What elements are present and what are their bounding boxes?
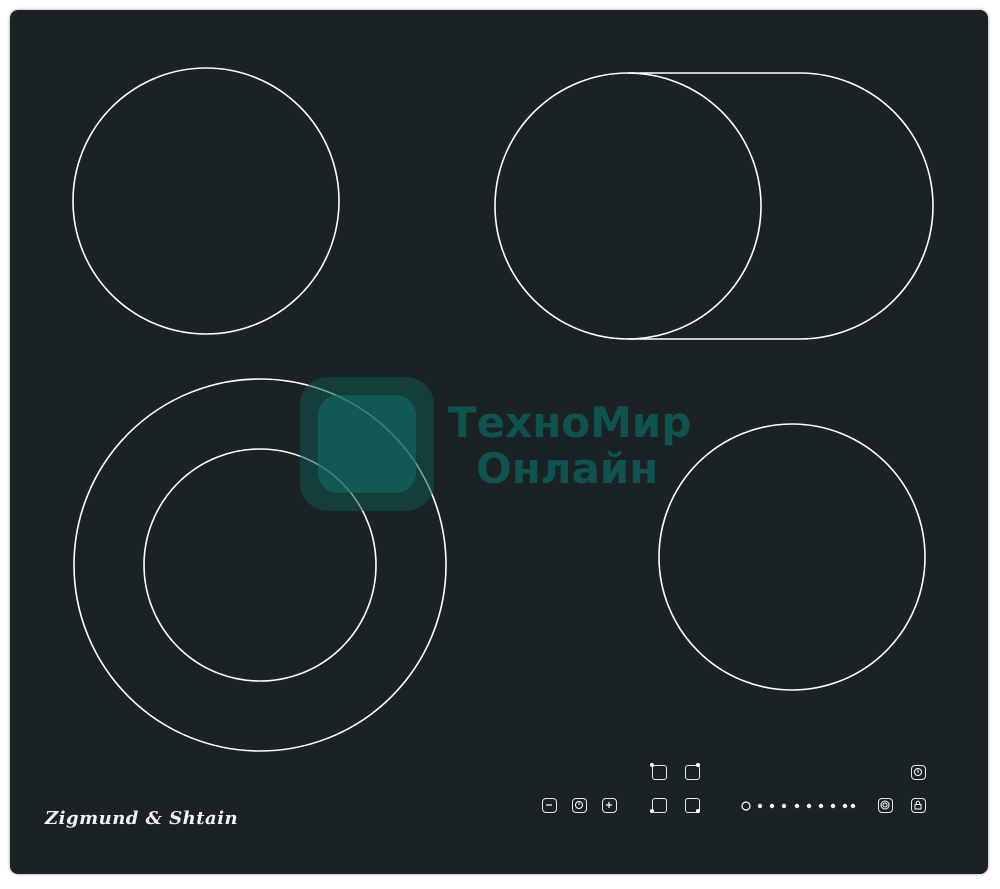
lock-button[interactable] [911, 798, 926, 813]
power-button[interactable] [911, 765, 926, 780]
power-icon [914, 768, 922, 776]
dual-zone-button[interactable] [878, 798, 893, 813]
dual-zone-icon [880, 800, 890, 810]
power-level-indicators [741, 801, 856, 811]
lock-icon [914, 800, 922, 810]
